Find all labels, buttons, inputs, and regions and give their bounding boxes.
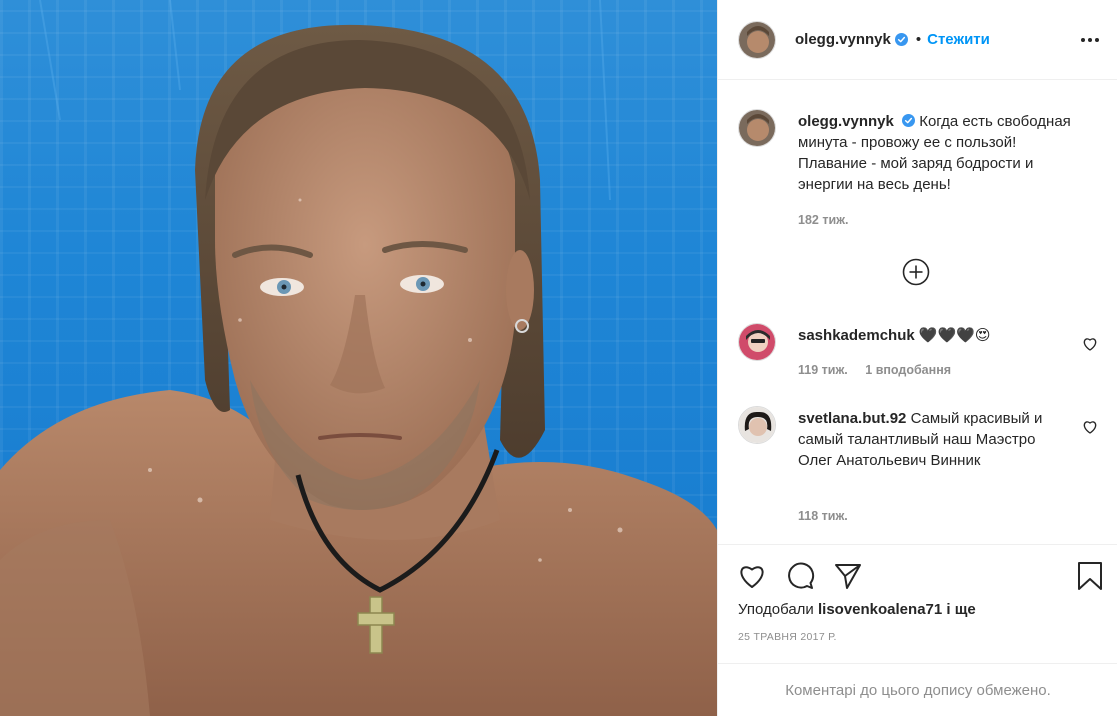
comments-section[interactable]: olegg.vynnyk Когда есть свободная минута…: [718, 81, 1117, 543]
commenter-avatar[interactable]: [738, 406, 776, 444]
comment-meta: 118 тиж.: [798, 509, 848, 523]
comment-username[interactable]: sashkademchuk: [798, 327, 915, 344]
likes-user[interactable]: lisovenkoalena71: [818, 601, 942, 618]
author-avatar-image: [739, 21, 775, 58]
post-date: 25 ТРАВНЯ 2017 Р.: [738, 631, 837, 643]
caption-text-block: olegg.vynnyk Когда есть свободная минута…: [798, 111, 1088, 195]
commenter-avatar-image: [739, 324, 775, 360]
share-icon[interactable]: [833, 561, 863, 591]
separator-dot: •: [915, 31, 922, 48]
likes-prefix: Уподобали: [738, 601, 814, 618]
heart-icon[interactable]: [737, 561, 767, 591]
bookmark-icon[interactable]: [1075, 561, 1105, 591]
caption-author-avatar-image: [739, 110, 775, 146]
caption-username[interactable]: olegg.vynnyk: [798, 113, 894, 130]
caption-verified-badge-icon: [902, 114, 916, 127]
comments-disabled-notice: Коментарі до цього допису обмежено.: [718, 663, 1117, 716]
author-username[interactable]: olegg.vynnyk: [795, 31, 891, 48]
comment-meta: 119 тиж. 1 вподобання: [798, 363, 951, 377]
more-options-icon[interactable]: [1080, 30, 1100, 50]
comment-text: 🖤🖤🖤😍: [918, 327, 991, 344]
author-avatar[interactable]: [738, 20, 776, 59]
follow-button[interactable]: Стежити: [927, 31, 990, 48]
caption-author-avatar[interactable]: [738, 109, 776, 147]
likes-more[interactable]: і ще: [946, 601, 975, 618]
comment-icon[interactable]: [785, 561, 815, 591]
commenter-avatar-image: [739, 407, 775, 443]
post-sidebar: olegg.vynnyk • Стежити olegg.vynnyk Когд…: [717, 0, 1117, 716]
verified-badge-icon: [894, 33, 908, 46]
comments-disabled-text: Коментарі до цього допису обмежено.: [785, 681, 1051, 699]
post-actions: Уподобали lisovenkoalena71 і ще 25 ТРАВН…: [718, 544, 1117, 664]
comment-text-block: sashkademchuk 🖤🖤🖤😍: [798, 325, 1058, 346]
commenter-avatar[interactable]: [738, 323, 776, 361]
comment-like-heart-icon[interactable]: [1082, 419, 1098, 435]
post-photo: [0, 0, 717, 716]
likes-summary: Уподобали lisovenkoalena71 і ще: [738, 601, 976, 618]
comment-time[interactable]: 118 тиж.: [798, 509, 848, 523]
pool-selfie-illustration: [0, 0, 717, 716]
comment-likes-count[interactable]: 1 вподобання: [865, 363, 951, 377]
comment-username[interactable]: svetlana.but.92: [798, 410, 906, 427]
post-header: olegg.vynnyk • Стежити: [718, 0, 1117, 80]
load-more-comments-icon[interactable]: [901, 257, 931, 287]
comment-time[interactable]: 119 тиж.: [798, 363, 848, 377]
comment-text-block: svetlana.but.92 Самый красивый и самый т…: [798, 408, 1058, 471]
comment-like-heart-icon[interactable]: [1082, 336, 1098, 352]
caption-time[interactable]: 182 тиж.: [798, 213, 848, 227]
